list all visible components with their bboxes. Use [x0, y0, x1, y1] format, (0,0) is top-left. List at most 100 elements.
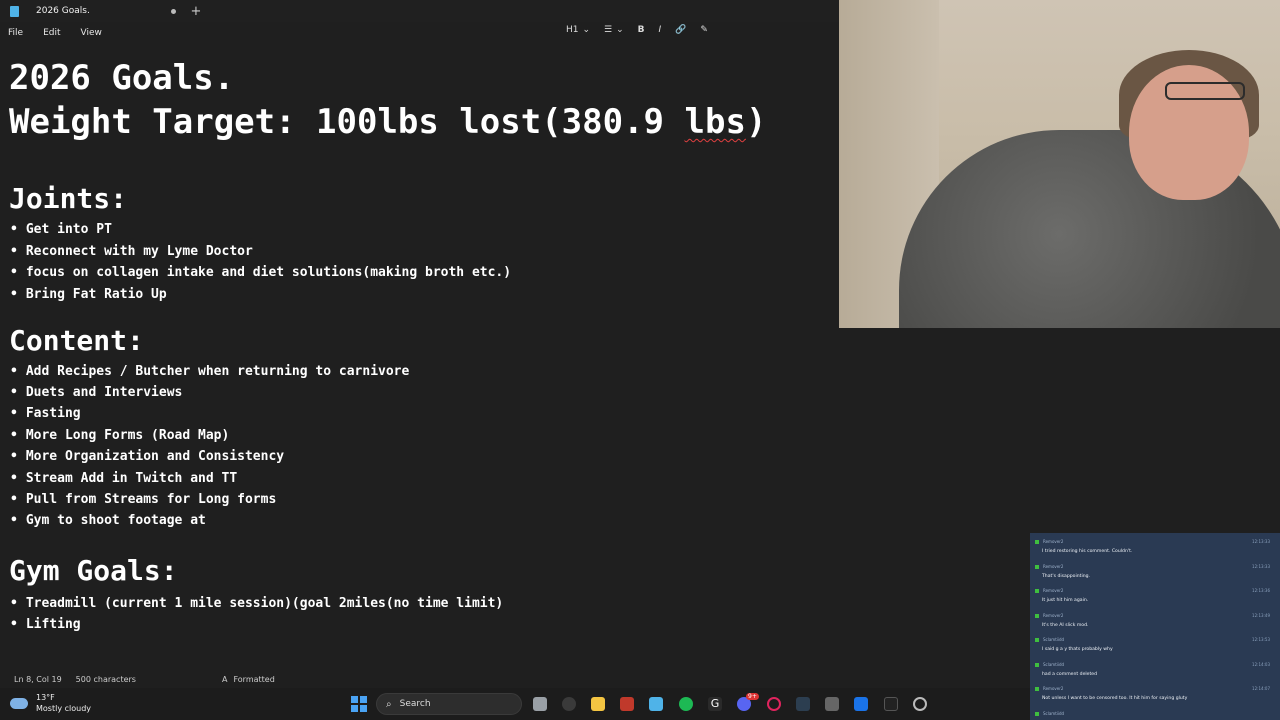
chat-username: Sclamtiidd [1043, 637, 1065, 642]
list-icon[interactable]: ☰ [604, 25, 612, 35]
task-view-icon[interactable] [533, 697, 547, 711]
obs-icon[interactable] [913, 697, 927, 711]
chat-text: I tried restoring his comment. Couldn't. [1042, 549, 1133, 554]
chat-text: It's the AI slick mod. [1042, 622, 1089, 628]
discord-badge: 9+ [746, 693, 759, 700]
terminal-icon[interactable] [884, 697, 898, 711]
glasses [1165, 82, 1245, 100]
tab-title: 2026 Goals. [36, 6, 90, 16]
chat-message: Sclamtiidd 12:14:03 had a comment deleted [1030, 660, 1280, 685]
doc-title: 2026 Goals. [9, 58, 235, 98]
status-bar: Ln 8, Col 19 500 characters A Formatted [0, 670, 1030, 688]
list-item: Fasting [10, 406, 81, 421]
menu-file[interactable]: File [8, 28, 23, 38]
document-tab[interactable]: 2026 Goals. [0, 0, 188, 22]
chat-text: had a comment deleted [1042, 671, 1098, 677]
taskbar-search[interactable]: ⌕ Search [376, 693, 522, 715]
weight-target-text: Weight Target: 100lbs lost(380.9 [9, 102, 685, 142]
chat-username: Sclamtiidd [1043, 710, 1065, 716]
notepad-taskbar-icon[interactable] [649, 697, 663, 711]
mod-badge-icon [1035, 662, 1039, 667]
gym-heading: Gym Goals: [9, 554, 178, 587]
chat-username: Remover2 [1043, 563, 1064, 569]
editor-area[interactable]: 2026 Goals. Weight Target: 100lbs lost(3… [0, 44, 840, 668]
chat-username: Sclamtiidd [1043, 661, 1065, 667]
bold-button[interactable]: B [638, 25, 645, 35]
chat-text: I said g a y thats probably why [1042, 647, 1113, 652]
list-item: More Long Forms (Road Map) [10, 428, 230, 443]
format-mode[interactable]: Formatted [233, 675, 274, 684]
chat-text: That's disappointing. [1042, 573, 1091, 579]
notepad-icon [10, 5, 19, 17]
list-item: focus on collagen intake and diet soluti… [10, 265, 511, 280]
list-item: Reconnect with my Lyme Doctor [10, 244, 253, 259]
chat-message: Remover2 12:13:49 It's the AI slick mod. [1030, 611, 1280, 636]
mod-badge-icon [1035, 613, 1039, 618]
chevron-down-icon[interactable]: ⌄ [583, 25, 591, 35]
chevron-down-icon[interactable]: ⌄ [616, 25, 624, 35]
file-explorer-icon[interactable] [591, 697, 605, 711]
chat-time: 12:13:49 [1252, 612, 1270, 618]
davinci-icon[interactable] [796, 697, 810, 711]
list-item: Stream Add in Twitch and TT [10, 471, 237, 486]
chat-time: 12:14:03 [1252, 661, 1270, 667]
list-item: Duets and Interviews [10, 385, 183, 400]
weather-desc: Mostly cloudy [36, 704, 91, 713]
g-hub-icon[interactable]: G [708, 697, 722, 711]
clear-formatting-icon[interactable]: ✎ [700, 25, 708, 35]
snipping-tool-icon[interactable] [620, 697, 634, 711]
menu-edit[interactable]: Edit [43, 28, 60, 38]
opera-gx-icon[interactable] [767, 697, 781, 711]
mod-badge-icon [1035, 711, 1039, 716]
link-icon[interactable]: 🔗 [675, 25, 686, 35]
weather-widget[interactable]: 13°F Mostly cloudy [10, 692, 91, 714]
mod-badge-icon [1035, 540, 1039, 544]
content-heading: Content: [9, 324, 144, 357]
windows-start-icon[interactable] [351, 696, 367, 712]
usb-device-icon[interactable] [825, 697, 839, 711]
chat-time: 12:13:36 [1252, 588, 1270, 593]
chat-message: Remover2 12:14:07 Not unless I want to be … [1030, 684, 1280, 709]
joints-heading: Joints: [9, 182, 128, 215]
list-item: Treadmill (current 1 mile session)(goal … [10, 596, 503, 611]
title-bar: 2026 Goals. + [0, 0, 840, 22]
chat-username: Remover2 [1043, 588, 1064, 593]
list-item: Pull from Streams for Long forms [10, 492, 276, 507]
mod-badge-icon [1035, 589, 1039, 593]
mod-badge-icon [1035, 564, 1039, 569]
list-item: Gym to shoot footage at [10, 513, 206, 528]
copilot-icon[interactable] [562, 697, 576, 711]
new-tab-button[interactable]: + [188, 4, 204, 19]
list-item: Add Recipes / Butcher when returning to … [10, 364, 410, 379]
spelling-error-word[interactable]: lbs [685, 102, 746, 142]
webcam-feed [839, 0, 1280, 328]
chat-message: Sclamtiidd [1030, 709, 1280, 720]
chat-overlay: Remover2 12:13:33 I tried restoring his co… [1030, 533, 1280, 720]
weather-temp: 13°F [36, 693, 55, 702]
chat-text: It just hit him again. [1042, 598, 1089, 603]
chat-time: 12:13:33 [1252, 563, 1270, 569]
search-label: Search [399, 699, 431, 709]
unsaved-dot-icon[interactable] [171, 8, 176, 14]
cloud-icon [10, 697, 28, 709]
chat-time: 12:13:53 [1252, 637, 1270, 642]
list-item: Get into PT [10, 222, 112, 237]
search-icon: ⌕ [386, 698, 392, 710]
mod-badge-icon [1035, 638, 1039, 642]
chat-text: Not unless I want to be censored too. It… [1042, 696, 1188, 701]
app-icon[interactable] [854, 697, 868, 711]
heading-dropdown[interactable]: H1 [566, 25, 579, 35]
italic-button[interactable]: I [659, 25, 662, 35]
list-item: Bring Fat Ratio Up [10, 287, 167, 302]
weight-target-close: ) [745, 102, 767, 142]
menu-view[interactable]: View [81, 28, 102, 38]
chat-message: Sclamtiidd 12:13:53 I said g a y thats pro… [1030, 635, 1280, 660]
mod-badge-icon [1035, 687, 1039, 691]
chat-username: Remover2 [1043, 612, 1064, 618]
chat-time: 12:13:33 [1252, 539, 1270, 544]
chat-username: Remover2 [1043, 686, 1064, 691]
markdown-icon: A [221, 674, 228, 684]
list-item: More Organization and Consistency [10, 449, 284, 464]
spotify-icon[interactable] [679, 697, 693, 711]
weight-target-line: Weight Target: 100lbs lost(380.9 lbs) [9, 102, 766, 142]
